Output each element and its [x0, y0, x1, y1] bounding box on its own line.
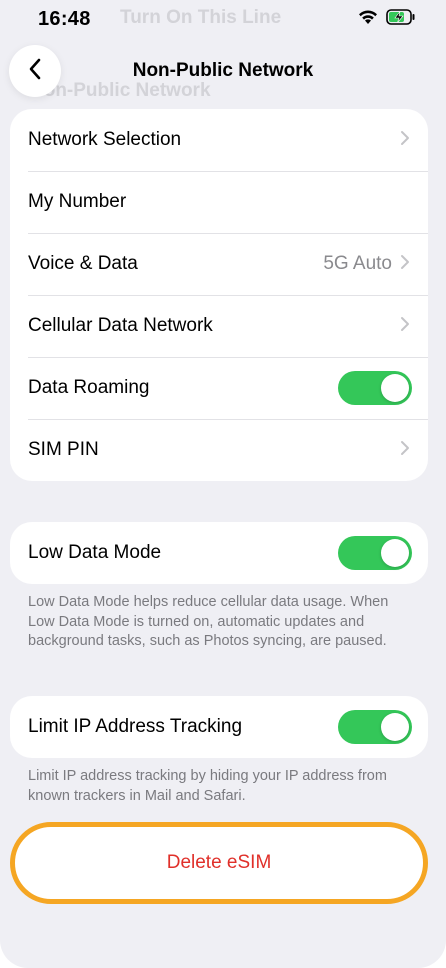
- limit-ip-group: Limit IP Address Tracking: [10, 696, 428, 758]
- toggle-knob: [381, 539, 409, 567]
- delete-esim-button[interactable]: Delete eSIM: [10, 822, 428, 904]
- low-data-mode-row: Low Data Mode: [10, 522, 428, 584]
- row-label: SIM PIN: [28, 439, 99, 460]
- low-data-mode-toggle[interactable]: [338, 536, 412, 570]
- row-label: Limit IP Address Tracking: [28, 716, 243, 737]
- limit-ip-row: Limit IP Address Tracking: [10, 696, 428, 758]
- row-label: Data Roaming: [28, 377, 150, 398]
- chevron-right-icon: [400, 440, 410, 461]
- row-label: Cellular Data Network: [28, 315, 213, 336]
- page-title: Non-Public Network: [132, 60, 314, 81]
- limit-ip-toggle[interactable]: [338, 710, 412, 744]
- row-label: My Number: [28, 191, 127, 212]
- chevron-right-icon: [400, 316, 410, 337]
- voice-data-value: 5G Auto: [323, 253, 392, 274]
- toggle-knob: [381, 713, 409, 741]
- network-selection-row[interactable]: Network Selection: [10, 109, 428, 171]
- status-bar: Turn On This Line 16:48: [0, 0, 446, 42]
- limit-ip-footnote: Limit IP address tracking by hiding your…: [28, 768, 387, 804]
- low-data-mode-group: Low Data Mode: [10, 522, 428, 584]
- chevron-right-icon: [400, 254, 410, 275]
- network-settings-group: Network Selection My Number Voice & Data…: [10, 109, 428, 481]
- wifi-icon: [358, 9, 378, 30]
- status-icons: [358, 9, 416, 30]
- ghost-header-text: Turn On This Line: [120, 7, 282, 28]
- settings-screen: Turn On This Line 16:48 Non-Public Netwo…: [0, 0, 446, 968]
- row-label: Low Data Mode: [28, 542, 162, 563]
- row-label: Network Selection: [28, 129, 182, 150]
- battery-charging-icon: [386, 9, 416, 30]
- delete-esim-label: Delete eSIM: [166, 852, 272, 873]
- chevron-right-icon: [400, 130, 410, 151]
- voice-data-row[interactable]: Voice & Data 5G Auto: [10, 233, 428, 295]
- data-roaming-toggle[interactable]: [338, 371, 412, 405]
- data-roaming-row: Data Roaming: [10, 357, 428, 419]
- row-label: Voice & Data: [28, 253, 138, 274]
- cellular-data-network-row[interactable]: Cellular Data Network: [10, 295, 428, 357]
- my-number-row[interactable]: My Number: [10, 171, 428, 233]
- low-data-mode-footnote: Low Data Mode helps reduce cellular data…: [28, 594, 389, 649]
- status-time: 16:48: [38, 8, 91, 30]
- toggle-knob: [381, 374, 409, 402]
- sim-pin-row[interactable]: SIM PIN: [10, 419, 428, 481]
